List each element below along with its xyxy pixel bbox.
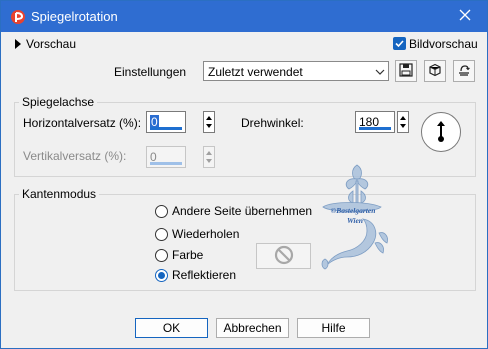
watermark-iris: ©Bastelgarten Wien <box>317 161 389 273</box>
chevron-down-icon <box>375 66 385 80</box>
bild-preview-checkbox[interactable] <box>393 37 406 50</box>
dial-needle-icon <box>437 121 445 142</box>
prohibited-icon <box>274 245 294 268</box>
edge-mode-title: Kantenmodus <box>19 187 100 201</box>
mirror-rotation-dialog: Spiegelrotation Vorschau Bildvorschau Ei… <box>0 0 488 349</box>
spin-down-icon <box>206 124 212 128</box>
spin-down-icon <box>400 124 406 128</box>
expand-triangle-icon <box>15 39 21 49</box>
preview-toggle[interactable]: Vorschau <box>15 37 76 51</box>
save-preset-button[interactable] <box>395 60 417 82</box>
preset-icon <box>428 63 442 80</box>
cancel-button-label: Abbrechen <box>223 321 282 335</box>
radio-other-side-label: Andere Seite übernehmen <box>172 204 313 218</box>
preview-label: Vorschau <box>26 37 77 51</box>
reset-button[interactable] <box>453 60 475 82</box>
radio-repeat[interactable]: Wiederholen <box>155 227 239 241</box>
psp-icon <box>10 9 26 25</box>
close-button[interactable] <box>443 1 487 32</box>
radio-button <box>155 248 168 262</box>
rotation-label: Drehwinkel: <box>241 116 304 130</box>
radio-reflect[interactable]: Reflektieren <box>155 268 236 282</box>
watermark-line-1: ©Bastelgarten <box>331 206 376 215</box>
rotation-slider-bar <box>359 127 391 130</box>
settings-label: Einstellungen <box>114 65 187 79</box>
spin-up-icon <box>206 151 212 155</box>
radio-button-selected <box>155 268 168 282</box>
color-swatch-disabled[interactable] <box>256 243 311 269</box>
v-offset-input[interactable]: 0 <box>146 146 186 168</box>
cancel-button[interactable]: Abbrechen <box>216 318 289 338</box>
reset-icon <box>457 63 471 80</box>
v-offset-slider-bar <box>150 162 182 165</box>
settings-dropdown-value: Zuletzt verwendet <box>208 65 303 79</box>
help-button[interactable]: Hilfe <box>297 318 370 338</box>
radio-reflect-label: Reflektieren <box>172 268 237 282</box>
radio-repeat-label: Wiederholen <box>172 227 240 241</box>
title-bar[interactable]: Spiegelrotation <box>1 1 487 32</box>
help-button-label: Hilfe <box>321 321 346 335</box>
preset-manager-button[interactable] <box>424 60 446 82</box>
checkmark-icon <box>395 40 404 48</box>
rotation-spinner[interactable] <box>397 111 409 133</box>
h-offset-slider-bar <box>150 127 182 130</box>
radio-button <box>155 227 168 241</box>
v-offset-label: Vertikalversatz (%): <box>23 149 127 163</box>
spin-up-icon <box>206 116 212 120</box>
radio-color[interactable]: Farbe <box>155 248 203 262</box>
rotation-input[interactable]: 180 <box>355 111 395 133</box>
mirror-axis-title: Spiegelachse <box>19 95 98 109</box>
save-icon <box>399 62 413 80</box>
window-title: Spiegelrotation <box>31 9 118 24</box>
close-icon <box>459 9 471 24</box>
h-offset-spinner[interactable] <box>203 111 215 133</box>
spin-up-icon <box>400 116 406 120</box>
ok-button[interactable]: OK <box>135 318 208 338</box>
radio-button <box>155 204 168 218</box>
spin-down-icon <box>206 159 212 163</box>
h-offset-label: Horizontalversatz (%): <box>23 116 142 130</box>
rotation-dial[interactable] <box>421 112 461 152</box>
radio-other-side[interactable]: Andere Seite übernehmen <box>155 204 312 218</box>
ok-button-label: OK <box>162 321 181 335</box>
h-offset-input[interactable]: 0 <box>146 111 186 133</box>
bild-preview-label: Bildvorschau <box>409 37 478 51</box>
v-offset-spinner[interactable] <box>203 146 215 168</box>
watermark-line-2: Wien <box>347 216 363 225</box>
radio-color-label: Farbe <box>172 248 204 262</box>
settings-dropdown[interactable]: Zuletzt verwendet <box>203 61 389 81</box>
